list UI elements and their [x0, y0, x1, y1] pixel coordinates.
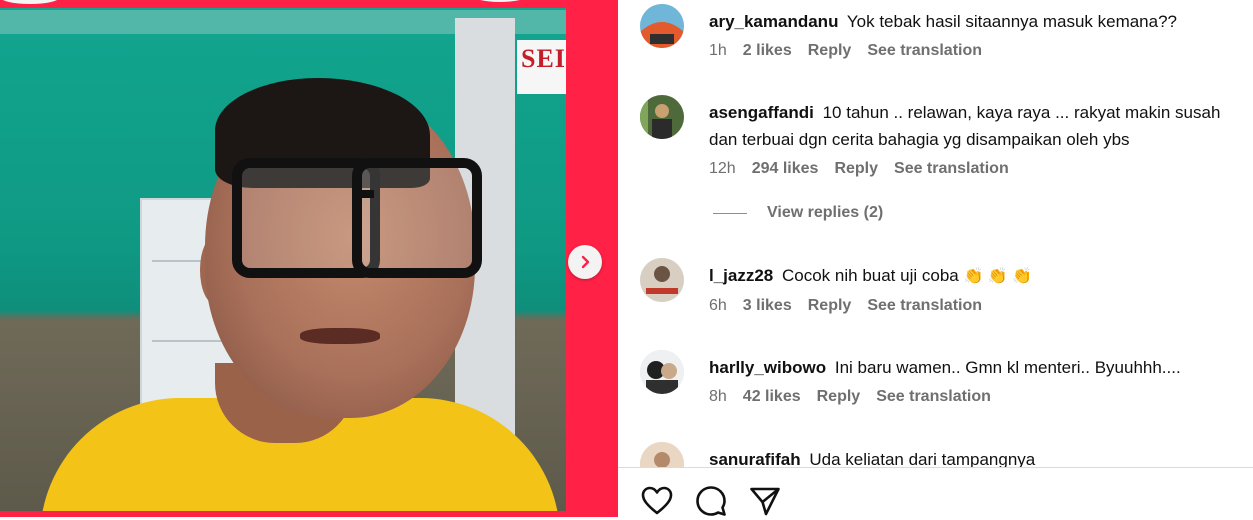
person-mouth	[300, 328, 380, 344]
comment-text-line: harlly_wibowo Ini baru wamen.. Gmn kl me…	[709, 354, 1249, 381]
chevron-right-icon	[581, 255, 590, 269]
comment-text: Yok tebak hasil sitaannya masuk kemana??	[846, 12, 1178, 31]
comment-body: harlly_wibowo Ini baru wamen.. Gmn kl me…	[709, 354, 1249, 406]
comments-list[interactable]: ary_kamandanu Yok tebak hasil sitaannya …	[618, 0, 1253, 467]
see-translation-button[interactable]: See translation	[867, 42, 982, 60]
see-translation-button[interactable]: See translation	[867, 297, 982, 315]
carousel-edge-shape	[470, 0, 530, 2]
comment-text-line: asengaffandi 10 tahun .. relawan, kaya r…	[709, 99, 1249, 153]
comment-likes[interactable]: 42 likes	[743, 388, 801, 406]
comment-username[interactable]: ary_kamandanu	[709, 12, 838, 31]
video-frame[interactable]: SEI	[0, 8, 566, 511]
paper-plane-icon	[750, 487, 780, 516]
reply-button[interactable]: Reply	[808, 297, 852, 315]
comment-body: ary_kamandanu Yok tebak hasil sitaannya …	[709, 8, 1249, 60]
background-sign: SEI	[517, 40, 566, 94]
share-button[interactable]	[748, 485, 782, 519]
comment-text-line: sanurafifah Uda keliatan dari tampangnya	[709, 446, 1249, 467]
comment-username[interactable]: sanurafifah	[709, 450, 801, 467]
comment-username[interactable]: harlly_wibowo	[709, 358, 826, 377]
post-media: SEI	[0, 0, 618, 517]
comment-icon	[696, 486, 726, 516]
post-action-bar	[618, 468, 1253, 517]
carousel-next-button[interactable]	[568, 245, 602, 279]
comment-time[interactable]: 8h	[709, 388, 727, 406]
avatar[interactable]	[640, 442, 684, 467]
comment-button[interactable]	[694, 485, 728, 519]
comment-text: Ini baru wamen.. Gmn kl menteri.. Byuuhh…	[834, 358, 1181, 377]
see-translation-button[interactable]: See translation	[894, 160, 1009, 178]
comment-text-line: l_jazz28 Cocok nih buat uji coba 👏 👏 👏	[709, 262, 1249, 290]
comment-time[interactable]: 6h	[709, 297, 727, 315]
comment-body: l_jazz28 Cocok nih buat uji coba 👏 👏 👏 6…	[709, 262, 1249, 315]
comment-text-line: ary_kamandanu Yok tebak hasil sitaannya …	[709, 8, 1249, 35]
comment-time[interactable]: 12h	[709, 160, 736, 178]
comment-meta: 1h 2 likes Reply See translation	[709, 42, 1249, 60]
avatar[interactable]	[640, 350, 684, 394]
comment-body: sanurafifah Uda keliatan dari tampangnya	[709, 446, 1249, 467]
reply-button[interactable]: Reply	[817, 388, 861, 406]
comment-body: asengaffandi 10 tahun .. relawan, kaya r…	[709, 99, 1249, 178]
glasses-bridge	[360, 190, 374, 198]
comment-likes[interactable]: 3 likes	[743, 297, 792, 315]
reply-button[interactable]: Reply	[808, 42, 852, 60]
comment-username[interactable]: l_jazz28	[709, 266, 773, 285]
comment-meta: 6h 3 likes Reply See translation	[709, 297, 1249, 315]
like-button[interactable]	[640, 485, 674, 519]
comment-likes[interactable]: 2 likes	[743, 42, 792, 60]
view-replies-label: View replies (2)	[767, 204, 884, 221]
comment-username[interactable]: asengaffandi	[709, 103, 814, 122]
comment-meta: 8h 42 likes Reply See translation	[709, 388, 1249, 406]
avatar[interactable]	[640, 95, 684, 139]
avatar[interactable]	[640, 258, 684, 302]
see-translation-button[interactable]: See translation	[876, 388, 991, 406]
comment-time[interactable]: 1h	[709, 42, 727, 60]
view-replies-button[interactable]: View replies (2)	[713, 204, 883, 222]
view-replies-divider	[713, 212, 747, 214]
carousel-edge-shape	[0, 0, 60, 4]
comment-text: Uda keliatan dari tampangnya	[809, 450, 1036, 467]
comment-text: Cocok nih buat uji coba	[782, 266, 959, 285]
glasses-right-lens	[352, 158, 482, 278]
avatar[interactable]	[640, 4, 684, 48]
reply-button[interactable]: Reply	[834, 160, 878, 178]
heart-icon	[641, 486, 673, 515]
comment-meta: 12h 294 likes Reply See translation	[709, 160, 1249, 178]
comment-likes[interactable]: 294 likes	[752, 160, 819, 178]
clapping-hands-icon: 👏 👏 👏	[963, 268, 1033, 285]
